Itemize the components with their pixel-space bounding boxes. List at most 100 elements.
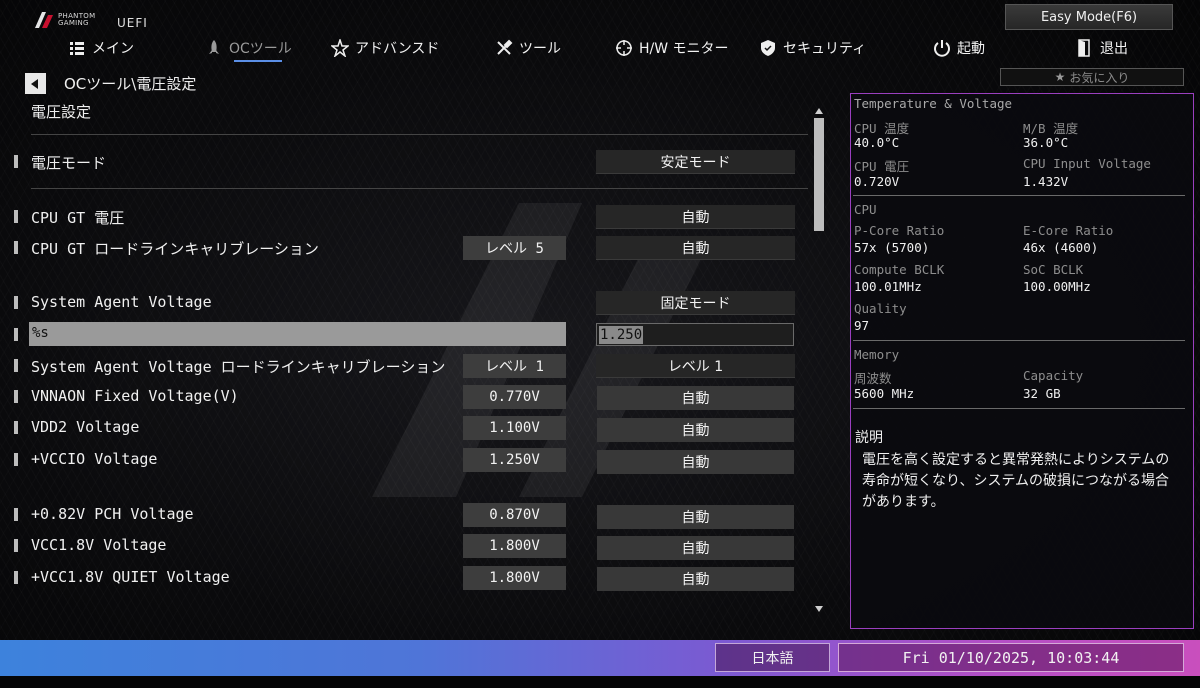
exit-icon [1078, 39, 1090, 57]
cpu-voltage-value: 0.720V [854, 174, 900, 189]
cpu-input-voltage-value: 1.432V [1023, 174, 1069, 189]
nav-tools[interactable]: ツール [495, 36, 561, 60]
brand-logo: PHANTOM GAMING [34, 11, 95, 29]
pcore-ratio-value: 57x (5700) [854, 240, 930, 255]
pch-voltage-select[interactable]: 自動 [597, 505, 794, 529]
cpu-gt-llc-label: CPU GT ロードラインキャリブレーション [31, 240, 319, 258]
sa-fixed-voltage-label: %s [32, 325, 49, 341]
sa-llc-select[interactable]: レベル 1 [596, 354, 795, 378]
vccio-select[interactable]: 自動 [597, 450, 794, 474]
vcc18-select[interactable]: 自動 [597, 536, 794, 560]
main-nav: メイン OCツール アドバンスド ツール H/W モニター セキュリティ 起動 … [0, 36, 1200, 64]
nav-advanced-label: アドバンスド [355, 41, 440, 57]
vdd2-label: VDD2 Voltage [31, 418, 140, 436]
row-marker [14, 539, 18, 552]
section-title: 電圧設定 [31, 103, 92, 121]
sa-voltage-label: System Agent Voltage [31, 293, 212, 311]
cpu-gt-voltage-label: CPU GT 電圧 [31, 209, 125, 227]
memory-frequency-label: 周波数 [854, 371, 892, 386]
nav-oc-tools-label: OCツール [229, 41, 292, 57]
scroll-up-icon[interactable] [815, 108, 823, 114]
nav-oc-tools[interactable]: OCツール [205, 36, 292, 60]
voltage-mode-label: 電圧モード [31, 154, 107, 172]
vdd2-current: 1.100V [463, 416, 566, 440]
vdd2-select[interactable]: 自動 [597, 418, 794, 442]
panel-divider [853, 408, 1185, 409]
shield-icon [761, 40, 775, 56]
back-arrow-icon [31, 78, 38, 89]
nav-tools-label: ツール [519, 41, 561, 57]
description-body: 電圧を高く設定すると異常発熱によりシステムの寿命が短くなり、システムの破損につな… [862, 452, 1170, 510]
cpu-voltage-label: CPU 電圧 [854, 159, 910, 174]
panel-divider [853, 195, 1185, 196]
ecore-ratio-value: 46x (4600) [1023, 240, 1099, 255]
mb-temp-value: 36.0°C [1023, 135, 1069, 150]
cpu-gt-llc-select[interactable]: 自動 [596, 236, 795, 260]
row-marker [14, 421, 18, 434]
nav-security[interactable]: セキュリティ [759, 36, 866, 60]
sa-llc-label: System Agent Voltage ロードラインキャリブレーション [31, 358, 446, 376]
back-button[interactable] [25, 73, 46, 94]
easy-mode-button[interactable]: Easy Mode(F6) [1005, 4, 1173, 30]
nav-main-label: メイン [92, 41, 134, 57]
brand-line-2: GAMING [58, 19, 89, 27]
panel-divider [853, 340, 1185, 341]
uefi-label: UEFI [117, 16, 148, 30]
nav-exit[interactable]: 退出 [1076, 36, 1128, 60]
temp-voltage-title: Temperature & Voltage [854, 96, 1013, 111]
memory-capacity-label: Capacity [1023, 368, 1084, 383]
description-title: 説明 [855, 430, 883, 446]
ecore-ratio-label: E-Core Ratio [1023, 223, 1114, 238]
footer-base [0, 676, 1200, 688]
sa-fixed-voltage-value[interactable]: 1.250 [599, 326, 644, 344]
vcc18-current: 1.800V [463, 534, 566, 558]
quality-label: Quality [854, 301, 907, 316]
scroll-down-icon[interactable] [815, 606, 823, 612]
star-icon [331, 39, 349, 57]
row-marker [14, 296, 18, 309]
row-marker [14, 390, 18, 403]
vccio-label: +VCCIO Voltage [31, 450, 158, 468]
voltage-mode-select[interactable]: 安定モード [596, 150, 795, 174]
row-marker [14, 453, 18, 466]
memory-frequency-value: 5600 MHz [854, 386, 915, 401]
row-marker [14, 508, 18, 521]
nav-advanced[interactable]: アドバンスド [331, 36, 439, 60]
soc-bclk-label: SoC BCLK [1023, 262, 1084, 277]
watermark-logo [372, 203, 708, 497]
datetime-display[interactable]: Fri 01/10/2025, 10:03:44 [838, 643, 1184, 672]
pch-voltage-label: +0.82V PCH Voltage [31, 505, 194, 523]
favorites-button[interactable]: ★ お気に入り [1000, 68, 1184, 86]
rocket-icon [209, 40, 219, 54]
vnnaon-current: 0.770V [463, 385, 566, 409]
cpu-gt-voltage-select[interactable]: 自動 [596, 205, 795, 229]
selected-row-highlight[interactable] [29, 322, 566, 346]
vcc18-quiet-select[interactable]: 自動 [597, 567, 794, 591]
tools-icon [497, 39, 513, 55]
compute-bclk-value: 100.01MHz [854, 279, 922, 294]
crosshair-icon [616, 40, 632, 56]
row-marker [14, 241, 18, 254]
row-marker [14, 328, 18, 341]
pcore-ratio-label: P-Core Ratio [854, 223, 945, 238]
star-icon: ★ [1054, 70, 1066, 84]
power-icon [934, 40, 950, 57]
memory-capacity-value: 32 GB [1023, 386, 1061, 401]
nav-exit-label: 退出 [1100, 41, 1128, 57]
favorites-label: お気に入り [1069, 70, 1130, 85]
nav-hw-monitor[interactable]: H/W モニター [615, 36, 729, 60]
divider [31, 134, 808, 135]
nav-boot[interactable]: 起動 [933, 36, 985, 60]
phantom-gaming-logo-icon [35, 12, 53, 28]
cpu-section-title: CPU [854, 202, 877, 217]
sa-voltage-select[interactable]: 固定モード [596, 291, 795, 315]
scroll-thumb[interactable] [814, 118, 824, 231]
divider [31, 188, 808, 189]
language-button[interactable]: 日本語 [715, 643, 830, 672]
row-marker [14, 155, 18, 168]
nav-main[interactable]: メイン [68, 36, 134, 60]
nav-hw-monitor-label: H/W モニター [639, 41, 729, 57]
cpu-gt-llc-current: レベル 5 [463, 236, 566, 260]
breadcrumb: OCツール\電圧設定 [64, 75, 197, 93]
vnnaon-select[interactable]: 自動 [597, 386, 794, 410]
